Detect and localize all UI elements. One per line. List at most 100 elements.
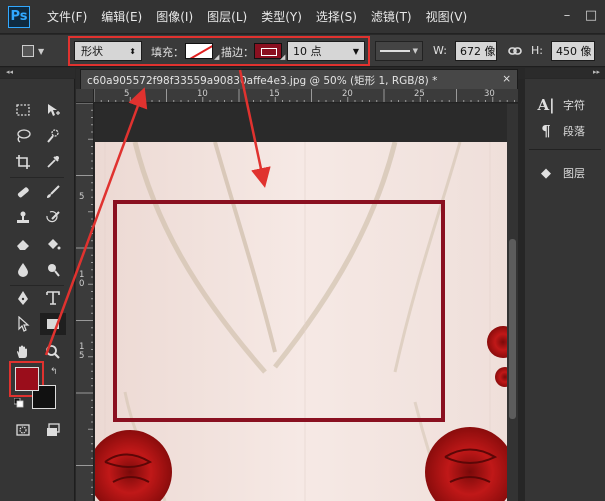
right-panel-dock: A| 字符 ¶ 段落 ◆ 图层 <box>525 79 605 501</box>
canvas-artwork <box>95 142 507 501</box>
paragraph-icon: ¶ <box>541 122 551 140</box>
panel-collapse-strip[interactable]: ▸▸ <box>525 68 605 78</box>
options-bar: ▼ 形状 ⬍ 填充： ◢ 描边： ◢ 10 点 ▼ ▼ W: 672 像 H: … <box>0 35 605 67</box>
horizontal-ruler[interactable]: 5 10 15 20 25 30 <box>94 89 518 103</box>
quick-mask-icon <box>16 424 30 436</box>
hand-tool[interactable] <box>10 341 36 363</box>
crop-tool[interactable] <box>10 151 36 173</box>
droplet-icon <box>18 263 28 277</box>
history-brush-tool[interactable] <box>40 207 66 229</box>
maximize-button[interactable]: □ <box>584 8 598 23</box>
quick-mask-tool[interactable] <box>10 419 36 441</box>
shape-mode-select[interactable]: 形状 ⬍ <box>74 41 142 61</box>
toolbox-collapse-strip[interactable]: ◂◂ <box>0 68 75 78</box>
screen-mode-icon <box>47 423 60 436</box>
menu-filter[interactable]: 滤镜(T) <box>364 8 419 25</box>
blur-tool[interactable] <box>10 259 36 281</box>
scrollbar-thumb[interactable] <box>509 239 516 419</box>
dodge-tool[interactable] <box>40 259 66 281</box>
vertical-scrollbar[interactable] <box>507 104 518 501</box>
tool-divider <box>10 177 64 178</box>
ruler-label: 1 5 <box>79 342 85 361</box>
eraser-icon <box>17 240 29 250</box>
stroke-width-value: 10 点 <box>293 45 322 58</box>
pen-tool[interactable] <box>10 287 36 309</box>
lasso-icon <box>17 129 31 143</box>
document-canvas[interactable] <box>95 142 507 501</box>
stroke-width-field[interactable]: 10 点 ▼ <box>287 41 365 61</box>
foreground-color-swatch[interactable] <box>15 367 39 391</box>
menu-view[interactable]: 视图(V) <box>419 8 475 25</box>
fill-dropdown-icon[interactable]: ◢ <box>214 53 219 61</box>
move-icon <box>48 104 60 116</box>
move-tool[interactable] <box>40 99 66 121</box>
lasso-tool[interactable] <box>10 125 36 147</box>
menu-layer[interactable]: 图层(L) <box>200 8 254 25</box>
height-input[interactable]: 450 像 <box>551 41 595 61</box>
marquee-icon <box>16 104 30 116</box>
menu-image[interactable]: 图像(I) <box>149 8 200 25</box>
width-input[interactable]: 672 像 <box>455 41 497 61</box>
healing-brush-tool[interactable] <box>10 181 36 203</box>
horizontal-ruler-ticks <box>94 89 515 102</box>
bucket-icon <box>48 239 61 250</box>
ruler-label: 5 <box>79 192 85 202</box>
width-value: 672 像 <box>460 45 496 58</box>
eyedropper-icon <box>47 156 59 168</box>
eraser-tool[interactable] <box>10 233 36 255</box>
ruler-label: 5 <box>124 89 130 99</box>
panel-character-label: 字符 <box>563 99 585 112</box>
quick-selection-tool[interactable] <box>40 125 66 147</box>
panel-character[interactable]: A| 字符 <box>525 93 605 117</box>
chevron-down-icon: ▼ <box>412 47 418 55</box>
link-icon[interactable] <box>508 45 522 57</box>
stroke-dropdown-icon[interactable]: ◢ <box>280 53 285 61</box>
panel-layers-label: 图层 <box>563 167 585 180</box>
panel-separator <box>529 149 601 150</box>
default-colors-icon[interactable] <box>13 397 24 408</box>
dodge-icon <box>48 264 60 277</box>
stroke-type-select[interactable]: ▼ <box>375 41 423 61</box>
type-tool[interactable] <box>40 287 66 309</box>
panel-dock-gap <box>518 79 525 501</box>
chevron-down-icon: ▼ <box>38 46 45 56</box>
vertical-ruler[interactable]: 5 1 0 1 5 <box>76 103 94 501</box>
screen-mode-tool[interactable] <box>40 419 66 441</box>
zoom-tool[interactable] <box>40 341 66 363</box>
menu-file[interactable]: 文件(F) <box>40 8 94 25</box>
brush-select-icon <box>47 129 59 143</box>
shape-mode-value: 形状 <box>81 45 103 58</box>
fill-swatch[interactable] <box>185 43 213 59</box>
close-tab-icon[interactable]: × <box>502 73 511 86</box>
brush-tool[interactable] <box>40 181 66 203</box>
ruler-origin[interactable] <box>76 89 94 103</box>
ruler-label: 1 0 <box>79 270 85 289</box>
ruler-label: 10 <box>197 89 208 99</box>
panel-paragraph[interactable]: ¶ 段落 <box>525 119 605 143</box>
menu-type[interactable]: 类型(Y) <box>254 8 309 25</box>
tool-divider <box>10 285 64 286</box>
minimize-button[interactable]: – <box>560 8 574 23</box>
path-selection-tool[interactable] <box>10 313 36 335</box>
bandage-icon <box>17 187 29 198</box>
height-value: 450 像 <box>556 45 592 58</box>
menu-edit[interactable]: 编辑(E) <box>94 8 149 25</box>
rectangle-tool[interactable] <box>40 313 66 335</box>
stroke-swatch[interactable] <box>254 43 282 59</box>
double-chevron-left-icon: ◂◂ <box>6 68 14 76</box>
marquee-tool[interactable] <box>10 99 36 121</box>
type-icon <box>46 291 60 305</box>
paint-bucket-tool[interactable] <box>40 233 66 255</box>
document-tab[interactable]: c60a905572f98f33559a90830affe4e3.jpg @ 5… <box>80 69 518 89</box>
height-label: H: <box>531 44 543 57</box>
panel-layers[interactable]: ◆ 图层 <box>525 161 605 185</box>
tool-preset-picker[interactable]: ▼ <box>22 43 46 59</box>
pen-icon <box>18 291 28 305</box>
toolbox: ↰ <box>0 79 75 501</box>
clone-stamp-tool[interactable] <box>10 207 36 229</box>
menu-select[interactable]: 选择(S) <box>309 8 364 25</box>
magnifier-icon <box>46 345 60 359</box>
eyedropper-tool[interactable] <box>40 151 66 173</box>
swap-colors-icon[interactable]: ↰ <box>50 367 58 377</box>
rectangle-preset-icon <box>22 45 34 57</box>
